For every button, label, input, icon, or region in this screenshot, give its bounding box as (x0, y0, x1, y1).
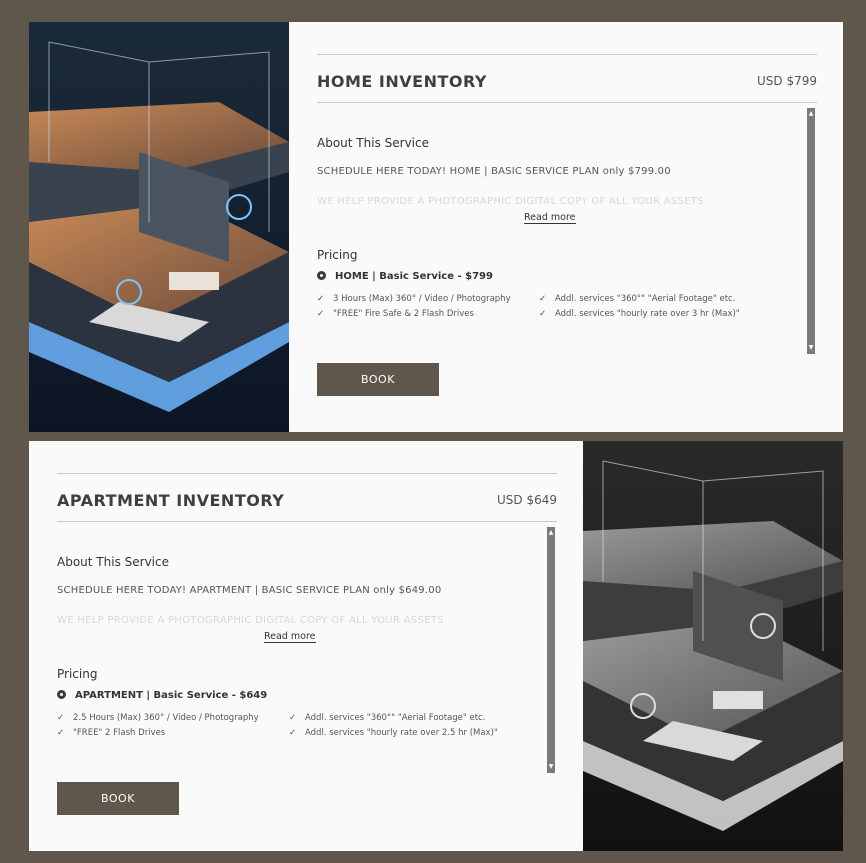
feature-text: Addl. services "hourly rate over 2.5 hr … (305, 728, 498, 738)
check-icon: ✓ (57, 728, 65, 738)
card-price: USD $649 (497, 493, 557, 507)
pricing-option-label: APARTMENT | Basic Service - $649 (75, 690, 268, 701)
feature-text: "FREE" Fire Safe & 2 Flash Drives (333, 309, 474, 319)
service-description-more: WE HELP PROVIDE A PHOTOGRAPHIC DIGITAL C… (317, 196, 704, 207)
check-icon: ✓ (317, 294, 325, 304)
home-inventory-card: HOME INVENTORY USD $799 About This Servi… (29, 22, 843, 432)
card-price: USD $799 (757, 74, 817, 88)
feature-item: ✓ "FREE" Fire Safe & 2 Flash Drives (317, 309, 474, 319)
check-icon: ✓ (539, 294, 547, 304)
divider (57, 473, 557, 474)
card-title: APARTMENT INVENTORY (57, 491, 285, 510)
apartment-content: APARTMENT INVENTORY USD $649 About This … (57, 441, 557, 851)
book-button[interactable]: BOOK (317, 363, 439, 396)
feature-text: Addl. services "360°" "Aerial Footage" e… (305, 713, 486, 723)
pricing-heading: Pricing (57, 667, 98, 681)
pricing-option[interactable]: APARTMENT | Basic Service - $649 (57, 690, 267, 701)
service-description-more: WE HELP PROVIDE A PHOTOGRAPHIC DIGITAL C… (57, 615, 444, 626)
radio-selected-icon[interactable] (317, 271, 326, 280)
scroll-up-icon[interactable]: ▲ (807, 110, 815, 118)
check-icon: ✓ (289, 728, 297, 738)
pricing-option[interactable]: HOME | Basic Service - $799 (317, 271, 493, 282)
about-heading: About This Service (317, 136, 429, 150)
pricing-option-label: HOME | Basic Service - $799 (335, 271, 493, 282)
apartment-photo (583, 441, 843, 851)
isometric-apartment-image (583, 441, 843, 851)
feature-text: Addl. services "hourly rate over 3 hr (M… (555, 309, 740, 319)
feature-item: ✓ Addl. services "hourly rate over 2.5 hr… (289, 728, 498, 738)
divider (317, 54, 817, 55)
divider (317, 102, 817, 103)
feature-text: 3 Hours (Max) 360° / Video / Photography (333, 294, 511, 304)
scroll-up-icon[interactable]: ▲ (547, 529, 555, 537)
feature-text: "FREE" 2 Flash Drives (73, 728, 166, 738)
read-more-link[interactable]: Read more (264, 631, 316, 643)
details-scroll-area[interactable]: About This Service SCHEDULE HERE TODAY! … (57, 527, 537, 773)
check-icon: ✓ (289, 713, 297, 723)
card-title: HOME INVENTORY (317, 72, 488, 91)
scroll-down-icon[interactable]: ▼ (547, 763, 555, 771)
pricing-heading: Pricing (317, 248, 358, 262)
about-heading: About This Service (57, 555, 169, 569)
radio-selected-icon[interactable] (57, 690, 66, 699)
feature-item: ✓ 2.5 Hours (Max) 360° / Video / Photogra… (57, 713, 259, 723)
isometric-house-image (29, 22, 289, 432)
feature-item: ✓ 3 Hours (Max) 360° / Video / Photograph… (317, 294, 511, 304)
book-button[interactable]: BOOK (57, 782, 179, 815)
feature-item: ✓ "FREE" 2 Flash Drives (57, 728, 165, 738)
home-photo (29, 22, 289, 432)
feature-item: ✓ Addl. services "360°" "Aerial Footage" … (539, 294, 735, 304)
feature-text: 2.5 Hours (Max) 360° / Video / Photograp… (73, 713, 259, 723)
feature-item: ✓ Addl. services "360°" "Aerial Footage" … (289, 713, 485, 723)
scroll-down-icon[interactable]: ▼ (807, 344, 815, 352)
details-scroll-area[interactable]: About This Service SCHEDULE HERE TODAY! … (317, 108, 797, 354)
read-more-link[interactable]: Read more (524, 212, 576, 224)
scrollbar[interactable]: ▲ ▼ (547, 527, 555, 773)
home-content: HOME INVENTORY USD $799 About This Servi… (317, 22, 817, 432)
service-description: SCHEDULE HERE TODAY! HOME | BASIC SERVIC… (317, 166, 671, 177)
apartment-inventory-card: APARTMENT INVENTORY USD $649 About This … (29, 441, 843, 851)
service-description: SCHEDULE HERE TODAY! APARTMENT | BASIC S… (57, 585, 442, 596)
scrollbar[interactable]: ▲ ▼ (807, 108, 815, 354)
check-icon: ✓ (57, 713, 65, 723)
check-icon: ✓ (317, 309, 325, 319)
check-icon: ✓ (539, 309, 547, 319)
feature-item: ✓ Addl. services "hourly rate over 3 hr (… (539, 309, 740, 319)
divider (57, 521, 557, 522)
feature-text: Addl. services "360°" "Aerial Footage" e… (555, 294, 736, 304)
